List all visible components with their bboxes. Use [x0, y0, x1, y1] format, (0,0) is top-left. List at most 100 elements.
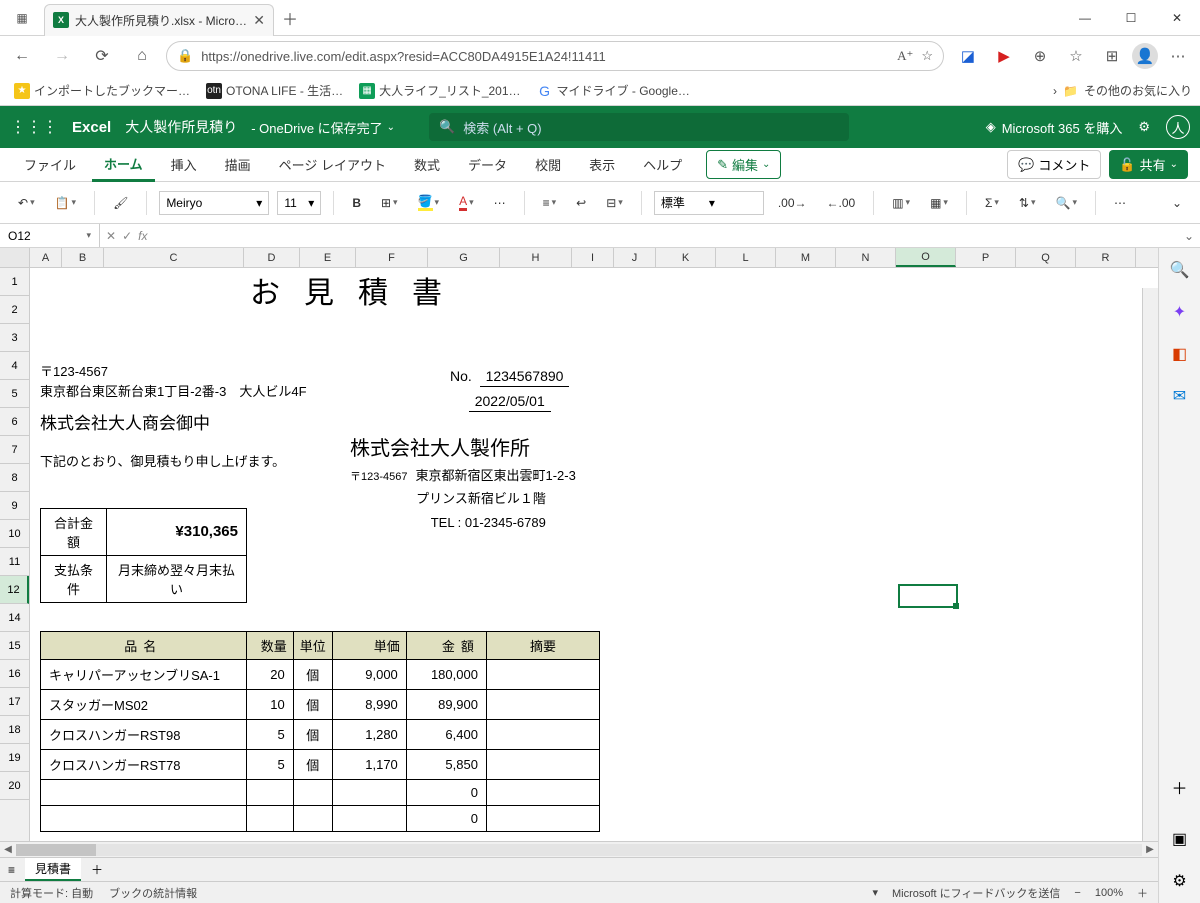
vertical-scrollbar[interactable] [1142, 288, 1158, 841]
tab-data[interactable]: データ [456, 149, 519, 180]
row-header[interactable]: 16 [0, 660, 29, 688]
menu-icon[interactable]: ⋯ [1162, 40, 1194, 72]
ext-icon-1[interactable]: ◪ [952, 40, 984, 72]
row-header[interactable]: 4 [0, 352, 29, 380]
copilot-icon[interactable]: ✦ [1166, 298, 1194, 326]
comments-button[interactable]: 💬コメント [1007, 150, 1101, 179]
feedback-link[interactable]: Microsoft にフィードバックを送信 [892, 885, 1060, 901]
add-panel-icon[interactable]: ＋ [1166, 773, 1194, 801]
tab-close-icon[interactable]: ✕ [253, 12, 265, 29]
tab-review[interactable]: 校閲 [523, 149, 573, 180]
horizontal-scrollbar[interactable]: ◀▶ [0, 841, 1158, 857]
font-select[interactable]: Meiryo▾ [159, 191, 269, 215]
forward-button[interactable]: → [46, 40, 78, 72]
name-box[interactable]: O12▾ [0, 224, 100, 247]
window-close-icon[interactable]: ✕ [1154, 0, 1200, 36]
merge-button[interactable]: ⊟▾ [600, 192, 629, 214]
bookmark-item[interactable]: ▦大人ライフ_リスト_201… [353, 80, 526, 101]
decrease-decimal-button[interactable]: ←.00 [821, 192, 862, 214]
row-header[interactable]: 11 [0, 548, 29, 576]
paste-button[interactable]: 📋▾ [49, 192, 82, 214]
bookmark-item[interactable]: otnOTONA LIFE - 生活… [200, 80, 349, 101]
fx-icon[interactable]: fx [138, 229, 147, 243]
cancel-formula-icon[interactable]: ✕ [106, 229, 116, 243]
col-header[interactable]: K [656, 248, 716, 267]
autosum-button[interactable]: Σ▾ [979, 192, 1005, 214]
align-button[interactable]: ≡▾ [537, 192, 563, 214]
tab-actions-icon[interactable]: ▦ [0, 11, 44, 25]
tab-file[interactable]: ファイル [12, 149, 88, 180]
sort-filter-button[interactable]: ⇅▾ [1013, 192, 1042, 214]
select-all-corner[interactable] [0, 248, 30, 267]
col-header[interactable]: B [62, 248, 104, 267]
enter-formula-icon[interactable]: ✓ [122, 229, 132, 243]
grid-body[interactable]: お見積書 〒123-4567 東京都台東区新台東1丁目-2番-3 大人ビル4F … [30, 268, 1158, 841]
number-format-select[interactable]: 標準▾ [654, 191, 764, 215]
conditional-format-button[interactable]: ▥▾ [886, 192, 916, 214]
file-name[interactable]: 大人製作所見積り [125, 117, 237, 137]
row-header[interactable]: 14 [0, 604, 29, 632]
tab-formulas[interactable]: 数式 [402, 149, 452, 180]
workbook-stats[interactable]: ブックの統計情報 [109, 885, 197, 901]
search-panel-icon[interactable]: 🔍 [1166, 256, 1194, 284]
tab-pagelayout[interactable]: ページ レイアウト [267, 149, 398, 180]
all-sheets-icon[interactable]: ≡ [8, 863, 15, 877]
extensions-icon[interactable]: ⊕ [1024, 40, 1056, 72]
col-header[interactable]: M [776, 248, 836, 267]
back-button[interactable]: ← [6, 40, 38, 72]
font-size-select[interactable]: 11▾ [277, 191, 321, 215]
bookmark-overflow-icon[interactable]: › [1053, 84, 1057, 98]
row-header[interactable]: 18 [0, 716, 29, 744]
col-header[interactable]: C [104, 248, 244, 267]
col-header[interactable]: R [1076, 248, 1136, 267]
row-header[interactable]: 19 [0, 744, 29, 772]
bold-button[interactable]: B [346, 192, 367, 214]
settings-icon[interactable]: ⚙ [1138, 119, 1150, 135]
bookmark-item[interactable]: ★インポートしたブックマー… [8, 80, 196, 101]
col-header[interactable]: P [956, 248, 1016, 267]
bookmark-item[interactable]: Gマイドライブ - Google… [531, 80, 696, 101]
col-header[interactable]: H [500, 248, 572, 267]
reader-icon[interactable]: A⁺ [897, 48, 913, 64]
account-icon[interactable]: 人 [1166, 115, 1190, 139]
row-header[interactable]: 1 [0, 268, 29, 296]
sheet-tab[interactable]: 見積書 [25, 858, 81, 881]
col-header[interactable]: D [244, 248, 300, 267]
row-header[interactable]: 9 [0, 492, 29, 520]
row-header[interactable]: 2 [0, 296, 29, 324]
app-launcher-icon[interactable]: ⋮⋮⋮ [10, 117, 58, 137]
tab-draw[interactable]: 描画 [213, 149, 263, 180]
increase-decimal-button[interactable]: .00→ [772, 192, 813, 214]
borders-button[interactable]: ⊞▾ [375, 192, 404, 214]
active-cell[interactable] [898, 584, 958, 608]
search-input[interactable]: 🔍 検索 (Alt + Q) [429, 113, 849, 141]
col-header[interactable]: N [836, 248, 896, 267]
zoom-level[interactable]: 100% [1095, 887, 1123, 899]
row-header[interactable]: 15 [0, 632, 29, 660]
add-sheet-button[interactable]: ＋ [91, 861, 103, 878]
col-header[interactable]: I [572, 248, 614, 267]
tab-view[interactable]: 表示 [577, 149, 627, 180]
col-header[interactable]: L [716, 248, 776, 267]
refresh-button[interactable]: ⟳ [86, 40, 118, 72]
wrap-text-button[interactable]: ↩ [570, 192, 592, 214]
ext-icon-2[interactable]: ▶ [988, 40, 1020, 72]
col-header[interactable]: F [356, 248, 428, 267]
format-painter-button[interactable]: 🖌 [107, 192, 134, 214]
undo-button[interactable]: ↶▾ [12, 192, 41, 214]
col-header[interactable]: G [428, 248, 500, 267]
row-header[interactable]: 20 [0, 772, 29, 800]
share-button[interactable]: 🔓共有⌄ [1109, 150, 1188, 179]
col-header[interactable]: Q [1016, 248, 1076, 267]
office-icon[interactable]: ◧ [1166, 340, 1194, 368]
other-bookmarks[interactable]: その他のお気に入り [1084, 82, 1192, 99]
collections-icon[interactable]: ⊞ [1096, 40, 1128, 72]
row-header[interactable]: 10 [0, 520, 29, 548]
buy-button[interactable]: ◈Microsoft 365 を購入 [986, 118, 1123, 137]
row-header[interactable]: 6 [0, 408, 29, 436]
status-dropdown-icon[interactable]: ▾ [872, 886, 878, 899]
row-header[interactable]: 7 [0, 436, 29, 464]
col-header[interactable]: O [896, 248, 956, 267]
new-tab-button[interactable]: ＋ [282, 6, 298, 30]
tab-help[interactable]: ヘルプ [631, 149, 694, 180]
